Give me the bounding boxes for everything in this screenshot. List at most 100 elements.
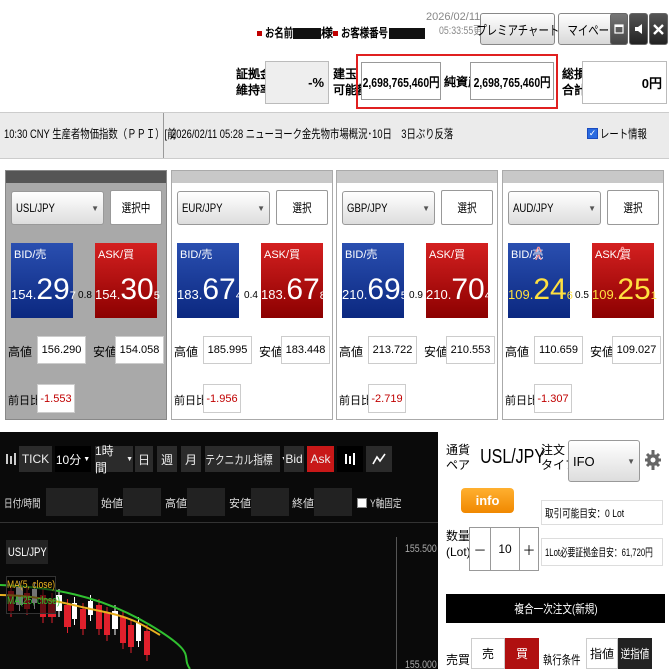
ask-pip: 4 xyxy=(484,290,491,302)
buy-button[interactable]: 買 xyxy=(505,638,539,669)
chart-type-icon[interactable] xyxy=(5,452,17,469)
available-value-text: 2,698,765,460円 xyxy=(362,74,440,90)
sell-button[interactable]: 売 xyxy=(471,638,505,669)
bid-pip: 6 xyxy=(566,290,573,302)
ask-big: 30 xyxy=(120,273,154,306)
bid-button[interactable]: BID/売 210.695 xyxy=(342,243,407,318)
side-label: 売買 xyxy=(446,651,470,668)
rate-info-text: レート情報 xyxy=(600,127,647,141)
line-chart-icon[interactable] xyxy=(366,446,392,472)
order-type-select[interactable]: IFO ▼ xyxy=(568,440,640,482)
pair-label: 通貨 ペア xyxy=(446,443,470,473)
ask-pip: 1 xyxy=(650,290,657,302)
checkbox-icon[interactable] xyxy=(357,498,367,508)
ask-toggle-label: Ask xyxy=(310,452,331,466)
close-icon[interactable] xyxy=(649,13,668,45)
news-headline[interactable]: 2026/02/11 05:28 ニューヨーク金先物市場概況･10日 3日ぶり反… xyxy=(171,125,533,142)
tick-button[interactable]: TICK xyxy=(19,446,52,472)
datetime-text: 日付/時間 xyxy=(4,498,41,510)
rate-panel: GBP/JPY ▼ 選択 BID/売 210.695 0.9 ASK/買 210.… xyxy=(336,170,498,420)
technical-label: テクニカル指標 xyxy=(205,452,273,467)
minus-text: － xyxy=(473,542,487,558)
ask-button[interactable]: ASK/買 183.678 xyxy=(261,243,326,318)
select-pair-button[interactable]: 選択 xyxy=(607,190,659,225)
bid-button[interactable]: BID/売 183.674 xyxy=(177,243,242,318)
gear-icon[interactable] xyxy=(643,444,663,479)
interval-select[interactable]: 10分 ▼ xyxy=(55,446,91,472)
y-tick-low: 155.000 xyxy=(401,659,441,669)
ask-button[interactable]: ASK/買 154.305 xyxy=(95,243,160,318)
low-value: 183.448 xyxy=(281,336,330,364)
stop-button[interactable]: 逆指値 xyxy=(618,638,652,669)
rate-info-toggle[interactable]: ✓ レート情報 xyxy=(587,125,660,142)
low-text: 安値 xyxy=(229,498,251,510)
margin-value-text: -% xyxy=(308,75,324,90)
pair-select[interactable]: EUR/JPY ▼ xyxy=(177,191,270,225)
technical-select[interactable]: テクニカル指標▼ xyxy=(205,446,288,472)
bid-toggle[interactable]: Bid xyxy=(284,446,304,472)
bid-big: 29 xyxy=(36,273,70,306)
y-tick-high-text: 155.500 xyxy=(404,543,437,555)
bid-toggle-label: Bid xyxy=(285,452,303,466)
pair-select[interactable]: AUD/JPY ▼ xyxy=(508,191,601,225)
qty-input[interactable]: 10 xyxy=(491,527,519,571)
qty-text: 10 xyxy=(498,542,512,556)
ask-toggle[interactable]: Ask xyxy=(307,446,334,472)
ma25-text: MA(25, close) xyxy=(7,595,60,607)
candle-body xyxy=(136,623,141,641)
ticker-divider xyxy=(163,113,164,158)
week-button[interactable]: 週 xyxy=(157,446,177,472)
premium-chart-button[interactable]: プレミアチャート xyxy=(476,13,559,45)
checkbox-icon[interactable]: ✓ xyxy=(587,128,598,139)
tick-label: TICK xyxy=(21,452,50,466)
low-label: 安値 xyxy=(424,345,449,359)
close-label: 終値 xyxy=(292,495,314,511)
qty-plus-button[interactable]: ＋ xyxy=(519,527,539,571)
high-value: 213.722 xyxy=(368,336,417,364)
change-value: -1.956 xyxy=(203,384,241,413)
panel-header xyxy=(6,171,166,183)
bid-pip: 5 xyxy=(400,290,407,302)
info-button[interactable]: info xyxy=(461,488,514,513)
select-pair-button[interactable]: 選択中 xyxy=(110,190,162,225)
available-lots: 取引可能目安：0 Lot xyxy=(541,500,663,525)
candle-body xyxy=(80,609,86,629)
bid-button[interactable]: BID/売 154.297 xyxy=(11,243,76,318)
caret-icon: ▼ xyxy=(257,204,265,213)
qty-minus-button[interactable]: － xyxy=(469,527,491,571)
stop-text: 逆指値 xyxy=(620,647,650,661)
limit-button[interactable]: 指値 xyxy=(586,638,618,669)
candle-icon[interactable] xyxy=(337,446,363,472)
window-icon[interactable] xyxy=(610,13,628,45)
panel-header xyxy=(503,171,663,183)
bid-price: 154.297 xyxy=(11,273,76,313)
ask-button[interactable]: ASK/買 ^ ^ 109.251 xyxy=(592,243,657,318)
speaker-icon[interactable] xyxy=(629,13,648,45)
info-text: info xyxy=(475,493,500,508)
order-section-header: 複合一次注文(新規) xyxy=(446,594,665,623)
order-type-text: IFO xyxy=(573,453,595,469)
select-pair-button[interactable]: 選択 xyxy=(276,190,328,225)
low-label: 安値 xyxy=(93,345,118,359)
pair-select[interactable]: GBP/JPY ▼ xyxy=(342,191,435,225)
month-button[interactable]: 月 xyxy=(181,446,201,472)
pair-select[interactable]: USL/JPY ▼ xyxy=(11,191,104,225)
fix-y-toggle[interactable]: Y軸固定 xyxy=(357,495,410,511)
low-value: 109.027 xyxy=(612,336,661,364)
ask-label: ASK/買 xyxy=(264,249,301,261)
candle-body xyxy=(128,625,134,647)
bid-big: 24 xyxy=(533,273,567,306)
hour-select[interactable]: 1時間 ▼ xyxy=(95,444,133,475)
account-label: お客様番号 xyxy=(341,26,388,40)
low-field xyxy=(251,488,289,516)
bid-button[interactable]: BID/売 ^ ^ 109.246 xyxy=(508,243,573,318)
high-label: 高値 xyxy=(174,345,199,359)
ask-button[interactable]: ASK/買 210.704 xyxy=(426,243,491,318)
bid-label: BID/売 xyxy=(14,249,47,261)
high-value: 110.659 xyxy=(534,336,583,364)
select-text: 選択 xyxy=(457,201,477,215)
day-button[interactable]: 日 xyxy=(135,446,153,472)
candle-body xyxy=(64,605,71,627)
bid-label: BID/売 xyxy=(345,249,378,261)
select-pair-button[interactable]: 選択 xyxy=(441,190,493,225)
